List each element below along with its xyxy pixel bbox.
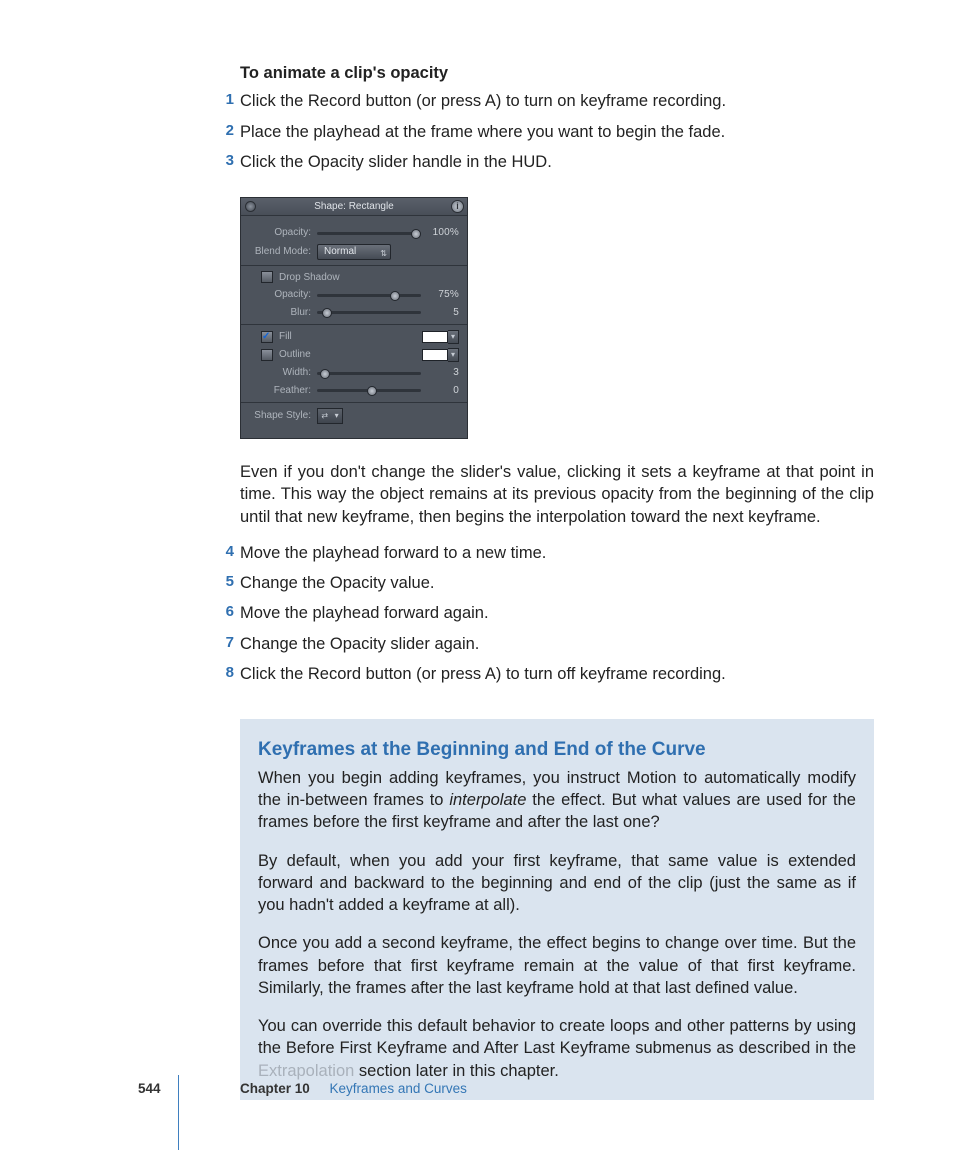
step-text: Move the playhead forward again. xyxy=(240,604,489,622)
step-number: 1 xyxy=(218,90,234,110)
select-arrow-icon: ⇅ xyxy=(380,247,387,260)
feather-value: 0 xyxy=(421,384,459,398)
width-value: 3 xyxy=(421,366,459,380)
callout-box: Keyframes at the Beginning and End of th… xyxy=(240,719,874,1100)
hud-titlebar: Shape: Rectangle i xyxy=(241,198,467,216)
step-number: 7 xyxy=(218,633,234,653)
paragraph: Even if you don't change the slider's va… xyxy=(240,461,874,528)
fill-color-swatch[interactable] xyxy=(422,331,448,343)
slider-thumb[interactable] xyxy=(411,229,421,239)
blur-slider[interactable] xyxy=(317,307,421,317)
width-slider[interactable] xyxy=(317,368,421,378)
close-icon[interactable] xyxy=(245,201,256,212)
width-label: Width: xyxy=(249,366,317,380)
page-footer: Chapter 10 Keyframes and Curves xyxy=(240,1080,467,1098)
two-arrows-icon: ⇄ xyxy=(321,411,328,422)
feather-label: Feather: xyxy=(249,384,317,398)
step-text: Change the Opacity value. xyxy=(240,574,434,592)
hud-title: Shape: Rectangle xyxy=(314,201,394,212)
opacity2-label: Opacity: xyxy=(249,288,317,302)
step-number: 3 xyxy=(218,151,234,171)
outline-color-swatch[interactable] xyxy=(422,349,448,361)
drop-shadow-label: Drop Shadow xyxy=(279,271,340,285)
step-number: 6 xyxy=(218,602,234,622)
opacity-value: 100% xyxy=(421,226,459,240)
outline-color-arrow-icon[interactable]: ▾ xyxy=(448,348,459,362)
step-text: Place the playhead at the frame where yo… xyxy=(240,123,725,141)
opacity-slider[interactable] xyxy=(317,228,421,238)
step-text: Move the playhead forward to a new time. xyxy=(240,544,546,562)
footer-chapter-title: Keyframes and Curves xyxy=(330,1081,467,1096)
step-text: Click the Opacity slider handle in the H… xyxy=(240,153,552,171)
steps-list-top: 1Click the Record button (or press A) to… xyxy=(240,90,874,181)
feather-slider[interactable] xyxy=(317,385,421,395)
task-title: To animate a clip's opacity xyxy=(240,62,874,84)
callout-paragraph: When you begin adding keyframes, you ins… xyxy=(258,767,856,834)
footer-chapter: Chapter 10 xyxy=(240,1081,310,1096)
opacity2-value: 75% xyxy=(421,288,459,302)
callout-paragraph: By default, when you add your first keyf… xyxy=(258,850,856,917)
step-text: Change the Opacity slider again. xyxy=(240,635,479,653)
step-number: 8 xyxy=(218,663,234,683)
step-text: Click the Record button (or press A) to … xyxy=(240,92,726,110)
slider-thumb[interactable] xyxy=(320,369,330,379)
chevron-down-icon: ▾ xyxy=(335,411,339,422)
callout-paragraph: Once you add a second keyframe, the effe… xyxy=(258,932,856,999)
fill-color-arrow-icon[interactable]: ▾ xyxy=(448,330,459,344)
slider-thumb[interactable] xyxy=(367,386,377,396)
info-icon[interactable]: i xyxy=(451,200,464,213)
step-number: 2 xyxy=(218,121,234,141)
step-number: 5 xyxy=(218,572,234,592)
step-number: 4 xyxy=(218,542,234,562)
fill-checkbox[interactable] xyxy=(261,331,273,343)
hud-screenshot: Shape: Rectangle i Opacity: 100% Blend M… xyxy=(240,197,874,439)
blur-label: Blur: xyxy=(249,306,317,320)
step-text: Click the Record button (or press A) to … xyxy=(240,665,726,683)
slider-thumb[interactable] xyxy=(322,308,332,318)
blur-value: 5 xyxy=(421,306,459,320)
page-number: 544 xyxy=(138,1080,161,1098)
footer-rule xyxy=(178,1075,179,1150)
outline-checkbox[interactable] xyxy=(261,349,273,361)
drop-shadow-checkbox[interactable] xyxy=(261,271,273,283)
steps-list-bottom: 4Move the playhead forward to a new time… xyxy=(240,542,874,693)
slider-thumb[interactable] xyxy=(390,291,400,301)
hud-panel: Shape: Rectangle i Opacity: 100% Blend M… xyxy=(240,197,468,439)
blend-label: Blend Mode: xyxy=(249,245,317,259)
blend-mode-select[interactable]: Normal⇅ xyxy=(317,244,391,260)
extrapolation-link[interactable]: Extrapolation xyxy=(258,1062,354,1080)
fill-label: Fill xyxy=(279,330,422,344)
shape-style-well[interactable]: ⇄▾ xyxy=(317,408,343,424)
callout-paragraph: You can override this default behavior t… xyxy=(258,1015,856,1082)
shape-style-label: Shape Style: xyxy=(249,409,317,423)
opacity-label: Opacity: xyxy=(249,226,317,240)
opacity2-slider[interactable] xyxy=(317,290,421,300)
outline-label: Outline xyxy=(279,348,422,362)
callout-title: Keyframes at the Beginning and End of th… xyxy=(258,737,856,763)
